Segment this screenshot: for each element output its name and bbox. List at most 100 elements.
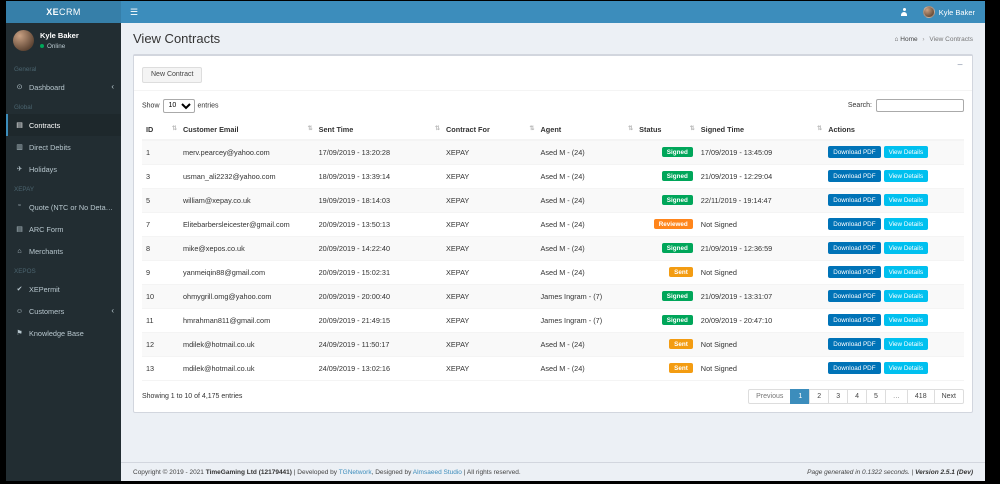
sidebar-item-knowledge-base[interactable]: ⚑ Knowledge Base bbox=[6, 322, 121, 344]
dashboard-icon: ⊙ bbox=[16, 84, 23, 91]
row-contract-for: XEPAY bbox=[442, 211, 537, 236]
sidebar-item-direct-debits[interactable]: ▥ Direct Debits bbox=[6, 136, 121, 158]
chevron-left-icon: ‹ bbox=[111, 82, 114, 91]
download-pdf-button[interactable]: Download PDF bbox=[828, 194, 881, 206]
designer-link[interactable]: Almsaeed Studio bbox=[413, 469, 462, 476]
download-pdf-button[interactable]: Download PDF bbox=[828, 218, 881, 230]
collapse-button[interactable]: − bbox=[957, 60, 963, 71]
row-id: 12 bbox=[142, 331, 179, 356]
sidebar-item-label: Quote (NTC or No Details) bbox=[29, 202, 114, 212]
view-details-button[interactable]: View Details bbox=[883, 290, 929, 302]
sidebar-item-merchants[interactable]: ⌂ Merchants bbox=[6, 240, 121, 262]
sort-icon: ⇅ bbox=[434, 126, 441, 132]
row-customer-email: Elitebarbersleicester@gmail.com bbox=[178, 211, 315, 236]
sidebar-item-label: XEPermit bbox=[29, 284, 60, 294]
page-footer: Copyright © 2019 - 2021 TimeGaming Ltd (… bbox=[121, 462, 985, 481]
check-icon: ✔ bbox=[16, 286, 23, 293]
page-length-control: Show 10 entries bbox=[142, 98, 219, 113]
pagination-page-418[interactable]: 418 bbox=[906, 388, 935, 404]
contracts-icon: ▤ bbox=[16, 122, 23, 129]
pagination-page-3[interactable]: 3 bbox=[828, 388, 849, 404]
brand-logo[interactable]: XE CRM bbox=[6, 1, 121, 23]
view-details-button[interactable]: View Details bbox=[883, 266, 929, 278]
pagination-page-4[interactable]: 4 bbox=[847, 388, 867, 404]
row-status: Sent bbox=[635, 355, 697, 381]
sidebar-item-customers[interactable]: ☺ Customers ‹ bbox=[6, 300, 121, 322]
view-details-button[interactable]: View Details bbox=[883, 314, 929, 326]
column-header-contract-for[interactable]: Contract For ⇅ bbox=[442, 119, 537, 141]
column-header-status[interactable]: Status ⇅ bbox=[635, 119, 697, 141]
row-contract-for: XEPAY bbox=[442, 235, 537, 260]
sidebar-user-status[interactable]: Online bbox=[40, 43, 79, 50]
download-pdf-button[interactable]: Download PDF bbox=[828, 170, 881, 182]
status-badge: Signed bbox=[661, 171, 693, 182]
row-sent-time: 19/09/2019 - 18:14:03 bbox=[314, 187, 443, 212]
row-id: 10 bbox=[142, 283, 179, 308]
status-badge: Signed bbox=[661, 291, 693, 302]
table-row: 7 Elitebarbersleicester@gmail.com 20/09/20… bbox=[142, 211, 964, 236]
column-header-customer-email[interactable]: Customer Email ⇅ bbox=[178, 119, 315, 141]
sidebar-toggle-button[interactable]: ☰ bbox=[121, 1, 147, 23]
navbar-user-menu[interactable]: Kyle Baker bbox=[918, 1, 985, 23]
view-details-button[interactable]: View Details bbox=[883, 242, 929, 254]
status-badge: Sent bbox=[669, 339, 693, 350]
column-label: Actions bbox=[828, 124, 855, 134]
sort-icon: ⇅ bbox=[171, 126, 177, 132]
sidebar-section-xepos: XEPOS bbox=[14, 268, 36, 275]
download-pdf-button[interactable]: Download PDF bbox=[828, 146, 881, 158]
sidebar-item-dashboard[interactable]: ⊙ Dashboard ‹ bbox=[6, 76, 121, 98]
row-customer-email: hmrahman811@gmail.com bbox=[178, 307, 315, 332]
row-agent: Ased M - (24) bbox=[536, 139, 636, 164]
contracts-card: New Contract − Show 10 entries Search: I… bbox=[133, 54, 973, 413]
sidebar-item-holidays[interactable]: ✈ Holidays bbox=[6, 158, 121, 180]
sidebar-item-contracts[interactable]: ▤ Contracts bbox=[6, 114, 121, 136]
developer-link[interactable]: TGNetwork bbox=[339, 469, 372, 476]
download-pdf-button[interactable]: Download PDF bbox=[828, 242, 881, 254]
pagination-next[interactable]: Next bbox=[933, 388, 964, 404]
view-details-button[interactable]: View Details bbox=[883, 146, 929, 158]
view-details-button[interactable]: View Details bbox=[883, 194, 929, 206]
sidebar-item-label: Merchants bbox=[29, 246, 64, 256]
card-header: New Contract − bbox=[134, 56, 972, 91]
row-agent: Ased M - (24) bbox=[536, 355, 636, 381]
pagination-page-2[interactable]: 2 bbox=[809, 388, 830, 404]
row-sent-time: 24/09/2019 - 13:02:16 bbox=[314, 355, 443, 381]
column-header-id[interactable]: ID ⇅ bbox=[142, 119, 179, 141]
row-actions: Download PDF View Details bbox=[824, 187, 964, 212]
view-details-button[interactable]: View Details bbox=[883, 362, 929, 374]
sidebar-item-label: Holidays bbox=[29, 164, 57, 174]
row-actions: Download PDF View Details bbox=[824, 163, 964, 188]
navbar-user-add-button[interactable] bbox=[891, 1, 918, 23]
download-pdf-button[interactable]: Download PDF bbox=[828, 266, 881, 278]
sort-icon: ⇅ bbox=[689, 126, 695, 132]
row-contract-for: XEPAY bbox=[442, 163, 537, 188]
row-status: Signed bbox=[635, 235, 697, 260]
status-badge: Signed bbox=[661, 315, 693, 326]
sidebar-item-arc-form[interactable]: ▤ ARC Form bbox=[6, 218, 121, 240]
pagination-previous[interactable]: Previous bbox=[748, 388, 792, 404]
download-pdf-button[interactable]: Download PDF bbox=[828, 338, 881, 350]
row-agent: Ased M - (24) bbox=[536, 235, 636, 260]
view-details-button[interactable]: View Details bbox=[883, 170, 929, 182]
column-header-signed-time[interactable]: Signed Time ⇅ bbox=[696, 119, 825, 141]
view-details-button[interactable]: View Details bbox=[883, 218, 929, 230]
column-header-sent-time[interactable]: Sent Time ⇅ bbox=[314, 119, 443, 141]
row-status: Signed bbox=[635, 307, 697, 332]
row-id: 9 bbox=[142, 259, 179, 284]
table-row: 8 mike@xepos.co.uk 20/09/2019 - 14:22:40 XE… bbox=[142, 235, 964, 260]
column-header-agent[interactable]: Agent ⇅ bbox=[536, 119, 636, 141]
search-input[interactable] bbox=[876, 99, 964, 112]
new-contract-button[interactable]: New Contract bbox=[142, 66, 203, 83]
pagination-page-5[interactable]: 5 bbox=[866, 388, 886, 404]
sidebar-item-quote-ntc-or-no-details[interactable]: “ Quote (NTC or No Details) bbox=[6, 196, 121, 218]
download-pdf-button[interactable]: Download PDF bbox=[828, 362, 881, 374]
download-pdf-button[interactable]: Download PDF bbox=[828, 290, 881, 302]
top-navbar: XE CRM ☰ Kyle Baker bbox=[6, 1, 985, 23]
view-details-button[interactable]: View Details bbox=[883, 338, 929, 350]
sidebar-item-xepermit[interactable]: ✔ XEPermit bbox=[6, 278, 121, 300]
page-length-select[interactable]: 10 bbox=[162, 98, 195, 113]
download-pdf-button[interactable]: Download PDF bbox=[828, 314, 881, 326]
breadcrumb-home-link[interactable]: ⌂ Home bbox=[895, 36, 918, 43]
pagination-page-1[interactable]: 1 bbox=[790, 388, 811, 404]
plane-icon: ✈ bbox=[16, 166, 23, 173]
